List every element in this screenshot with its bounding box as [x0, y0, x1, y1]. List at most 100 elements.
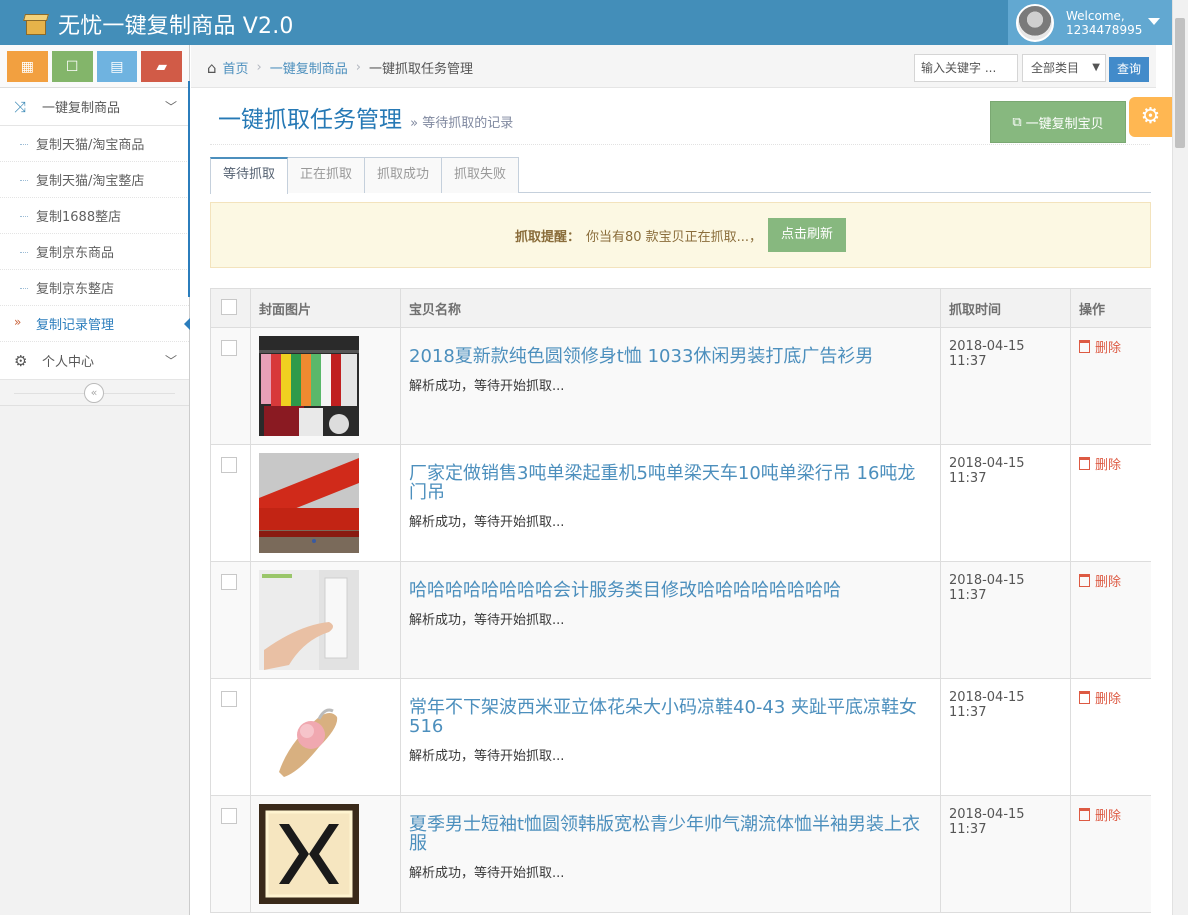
brand[interactable]: 无忧一键复制商品 V2.0: [23, 8, 294, 40]
row-checkbox[interactable]: [221, 808, 237, 824]
square-icon: ☐: [65, 58, 79, 75]
delete-label: 删除: [1095, 809, 1122, 824]
delete-button[interactable]: 删除: [1079, 454, 1143, 473]
page-scrollbar[interactable]: [1172, 0, 1188, 915]
package-icon: [23, 11, 50, 37]
delete-label: 删除: [1095, 692, 1122, 707]
sidebar-item-copy-records[interactable]: 复制记录管理: [0, 306, 190, 342]
table-row: 哈哈哈哈哈哈哈哈会计服务类目修改哈哈哈哈哈哈哈哈 解析成功，等待开始抓取... …: [210, 561, 1151, 679]
sidebar-item-copy-taobao-product[interactable]: 复制天猫/淘宝商品: [0, 126, 189, 162]
copy-item-button[interactable]: ⧉ 一键复制宝贝: [990, 101, 1126, 143]
delete-label: 删除: [1095, 575, 1122, 590]
fetch-time: 2018-04-15 11:37: [949, 690, 1025, 720]
column-header: 操作: [1070, 288, 1151, 328]
trash-icon: [1079, 340, 1090, 353]
sidebar-item-copy-jd-store[interactable]: 复制京东整店: [0, 270, 189, 306]
barcode-shortcut-button[interactable]: ▤: [96, 51, 138, 82]
delete-button[interactable]: 删除: [1079, 571, 1143, 590]
tab-waiting[interactable]: 等待抓取: [210, 157, 289, 194]
product-title-link[interactable]: 常年不下架波西米亚立体花朵大小码凉鞋40-43 夹趾平底凉鞋女516: [409, 698, 932, 736]
category-select[interactable]: 全部类目 ▼: [1022, 54, 1106, 82]
row-checkbox[interactable]: [221, 457, 237, 473]
alert-text: 你当有80 款宝贝正在抓取...，: [585, 229, 763, 245]
column-header: 封面图片: [250, 288, 401, 328]
trash-icon: [1079, 691, 1090, 704]
breadcrumb-separator-icon: ›: [355, 60, 361, 75]
sidebar-item-copy-taobao-store[interactable]: 复制天猫/淘宝整店: [0, 162, 189, 198]
collapse-sidebar-button[interactable]: «: [84, 383, 104, 403]
calendar-icon: ▦: [20, 58, 34, 75]
tab-success[interactable]: 抓取成功: [364, 157, 443, 193]
select-all-checkbox[interactable]: [221, 299, 237, 315]
table-row: 厂家定做销售3吨单梁起重机5吨单梁天车10吨单梁行吊 16吨龙门吊 解析成功，等…: [210, 444, 1151, 562]
row-checkbox[interactable]: [221, 340, 237, 356]
select-arrow-icon: ▼: [1092, 62, 1100, 73]
select-all-cell: [210, 288, 251, 328]
double-chevron-left-icon: «: [90, 386, 98, 399]
breadcrumb: ⌂ 首页 › 一键复制商品 › 一键抓取任务管理: [207, 58, 473, 78]
query-button[interactable]: 查询: [1109, 57, 1149, 82]
delete-label: 删除: [1095, 341, 1122, 356]
sidebar-item-copy-1688-store[interactable]: 复制1688整店: [0, 198, 189, 234]
product-title-link[interactable]: 夏季男士短袖t恤圆领韩版宽松青少年帅气潮流体恤半袖男装上衣服: [409, 815, 932, 853]
alert-label: 抓取提醒：: [514, 229, 580, 245]
user-menu[interactable]: Welcome, 1234478995: [1008, 0, 1172, 45]
sidebar-item-copy-jd-product[interactable]: 复制京东商品: [0, 234, 189, 270]
delete-button[interactable]: 删除: [1079, 805, 1143, 824]
delete-label: 删除: [1095, 458, 1122, 473]
table-header-row: 封面图片 宝贝名称 抓取时间 操作: [210, 288, 1151, 328]
parse-status: 解析成功，等待开始抓取...: [409, 379, 565, 394]
product-title-link[interactable]: 哈哈哈哈哈哈哈哈会计服务类目修改哈哈哈哈哈哈哈哈: [409, 581, 932, 600]
settings-button[interactable]: ⚙: [1129, 97, 1172, 137]
breadcrumb-separator-icon: ›: [256, 60, 262, 75]
sidebar-item-label: 复制京东整店: [36, 282, 115, 297]
table-row: 常年不下架波西米亚立体花朵大小码凉鞋40-43 夹趾平底凉鞋女516 解析成功，…: [210, 678, 1151, 796]
calendar-shortcut-button[interactable]: ▦: [7, 51, 48, 82]
sidebar-active-indicator: [188, 81, 190, 297]
tab-in-progress[interactable]: 正在抓取: [287, 157, 366, 193]
breadcrumb-copy-products[interactable]: 一键复制商品: [270, 58, 348, 77]
breadcrumbs-bar: ⌂ 首页 › 一键复制商品 › 一键抓取任务管理 输入关键字 ... 全部类目 …: [191, 45, 1156, 88]
breadcrumb-home[interactable]: 首页: [223, 58, 249, 77]
user-info: Welcome, 1234478995: [1066, 9, 1142, 37]
chevron-down-icon: ﹀: [164, 354, 177, 368]
row-checkbox[interactable]: [221, 691, 237, 707]
barcode-icon: ▤: [110, 58, 124, 75]
sidebar: ▦ ☐ ▤ ▰ ⤨ 一键复制商品 ﹀ 复制天猫/淘宝商品 复制天猫/淘宝整店 复…: [0, 45, 190, 915]
shuffle-icon: ⤨: [14, 97, 27, 116]
copy-item-label: 一键复制宝贝: [1025, 116, 1104, 132]
page-title: 一键抓取任务管理: [218, 107, 402, 133]
parse-status: 解析成功，等待开始抓取...: [409, 749, 565, 764]
task-table-container: 封面图片 宝贝名称 抓取时间 操作 2018夏新款纯色圆领修身t恤 1033休闲…: [210, 288, 1151, 915]
trash-icon: [1079, 808, 1090, 821]
search-input[interactable]: 输入关键字 ...: [914, 54, 1018, 82]
product-image-crane: [259, 453, 359, 553]
top-navbar: 无忧一键复制商品 V2.0 Welcome, 1234478995: [0, 0, 1172, 45]
table-row: 2018夏新款纯色圆领修身t恤 1033休闲男装打底广告衫男 解析成功，等待开始…: [210, 327, 1151, 445]
product-image-sandal: [259, 687, 359, 787]
square-shortcut-button[interactable]: ☐: [51, 51, 93, 82]
task-table: 封面图片 宝贝名称 抓取时间 操作 2018夏新款纯色圆领修身t恤 1033休闲…: [210, 288, 1151, 913]
delete-button[interactable]: 删除: [1079, 337, 1143, 356]
product-title-link[interactable]: 2018夏新款纯色圆领修身t恤 1033休闲男装打底广告衫男: [409, 347, 932, 366]
gear-icon: ⚙: [14, 351, 28, 370]
column-header: 宝贝名称: [400, 288, 941, 328]
home-icon: ⌂: [207, 58, 217, 77]
scrollbar-thumb[interactable]: [1175, 18, 1185, 148]
refresh-button[interactable]: 点击刷新: [768, 218, 847, 252]
product-title-link[interactable]: 厂家定做销售3吨单梁起重机5吨单梁天车10吨单梁行吊 16吨龙门吊: [409, 464, 932, 502]
page-header: 一键抓取任务管理 » 等待抓取的记录: [218, 100, 513, 134]
row-checkbox[interactable]: [221, 574, 237, 590]
avatar: [1016, 3, 1054, 42]
breadcrumb-current: 一键抓取任务管理: [368, 62, 473, 77]
sidebar-parent-copy-products[interactable]: ⤨ 一键复制商品 ﹀: [0, 88, 189, 126]
delete-button[interactable]: 删除: [1079, 688, 1143, 707]
book-shortcut-button[interactable]: ▰: [141, 51, 182, 82]
fetch-time: 2018-04-15 11:37: [949, 573, 1025, 603]
sidebar-parent-personal-center[interactable]: ⚙ 个人中心 ﹀: [0, 342, 189, 380]
product-image-lightbox: [259, 804, 359, 904]
caret-down-icon: [1148, 18, 1160, 25]
user-name: 1234478995: [1066, 22, 1143, 37]
tab-failed[interactable]: 抓取失败: [441, 157, 520, 193]
gear-icon: ⚙: [1140, 104, 1161, 129]
